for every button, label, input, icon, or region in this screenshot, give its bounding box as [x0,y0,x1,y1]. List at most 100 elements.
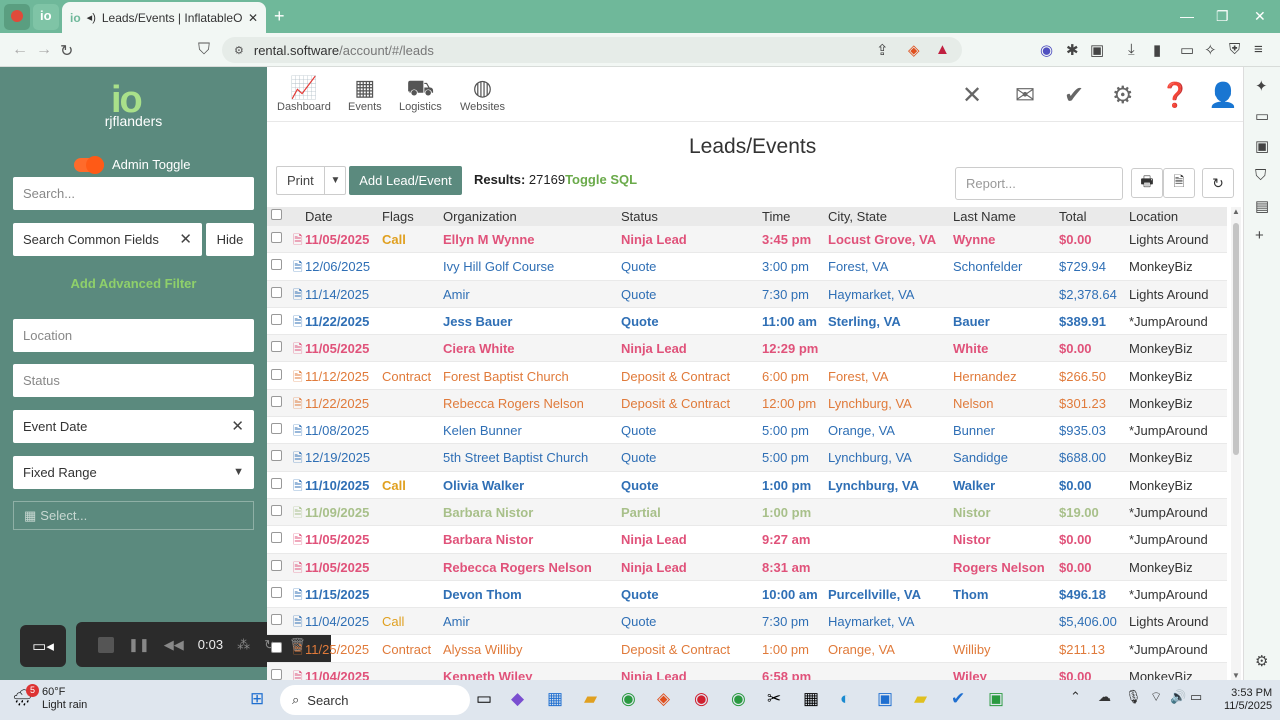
row-checkbox[interactable] [271,232,282,243]
row-checkbox[interactable] [271,423,282,435]
document-icon[interactable]: 🗎 [293,504,303,525]
battery-icon[interactable]: ▭ [1190,689,1202,705]
back-icon[interactable]: ← [12,41,28,59]
cell-org[interactable]: Ciera White [443,341,515,356]
camera-button[interactable]: ▭◂ [20,625,66,667]
minimize-icon[interactable]: — [1180,8,1194,24]
remote-icon[interactable]: ▣ [877,689,893,709]
cell-org[interactable]: Rebecca Rogers Nelson [443,560,592,575]
hide-button[interactable]: Hide [206,223,254,256]
col-time[interactable]: Time [762,209,790,224]
table-row[interactable]: 🗎 11/15/2025 Devon Thom Quote 10:00 am Purcel… [267,581,1227,609]
table-row[interactable]: 🗎 11/12/2025 Contract Forest Baptist Church… [267,363,1227,390]
brave-rewards-icon[interactable]: ▲ [935,41,950,58]
edge-icon[interactable]: ◐ [840,689,850,709]
range-value-select[interactable]: ▦ Select... [13,501,254,530]
check-icon[interactable]: ✔ [1064,81,1084,110]
document-icon[interactable]: 🗎 [293,395,303,416]
clear-icon[interactable]: ✕ [179,230,192,248]
effects-icon[interactable]: ⁂ [237,637,250,653]
cell-date[interactable]: 11/05/2025 [305,532,369,547]
task-view-icon[interactable]: ▭ [476,689,492,709]
mail-icon[interactable]: ✉ [1015,81,1035,110]
chrome-profile-icon[interactable]: ◉ [731,689,746,709]
cell-date[interactable]: 12/06/2025 [305,259,370,274]
table-row[interactable]: 🗎 11/05/2025 Barbara Nistor Ninja Lead 9:27 … [267,526,1227,554]
col-date[interactable]: Date [305,209,332,224]
scroll-up-icon[interactable]: ▲ [1232,207,1240,216]
row-checkbox[interactable] [271,313,282,325]
range-select[interactable]: Fixed Range ▼ [13,456,254,489]
onedrive-icon[interactable]: ☁ [1098,689,1111,705]
row-checkbox[interactable] [271,532,282,544]
system-clock[interactable]: 3:53 PM 11/5/2025 [1224,687,1272,713]
cell-org[interactable]: Amir [443,287,470,302]
user-icon[interactable]: 👤 [1208,81,1238,110]
cell-date[interactable]: 11/25/2025 [305,642,369,657]
cell-date[interactable]: 11/08/2025 [305,423,369,438]
forward-icon[interactable]: → [36,41,52,59]
settings-icon[interactable]: ⚙ [1255,652,1268,670]
browser-menu-button[interactable] [4,4,30,30]
document-icon[interactable]: 🗎 [293,449,303,470]
add-panel-icon[interactable]: + [1255,227,1264,244]
brave-icon[interactable]: ◈ [657,689,670,709]
report-select[interactable]: Report... [955,167,1123,200]
help-icon[interactable]: ❓ [1160,81,1190,110]
cell-date[interactable]: 11/05/2025 [305,232,369,247]
vpn-icon[interactable]: ⛨ [1229,41,1240,58]
row-checkbox[interactable] [271,614,282,626]
cell-date[interactable]: 11/10/2025 [305,478,369,493]
row-checkbox[interactable] [271,559,282,571]
wifi-icon[interactable]: ⌔ [1150,689,1162,705]
document-icon[interactable]: 🗎 [293,258,303,279]
cell-org[interactable]: Ivy Hill Golf Course [443,259,554,274]
document-icon[interactable]: 🗎 [293,422,303,443]
document-icon[interactable]: 🗎 [293,559,303,580]
leo-ai-icon[interactable]: ✦ [1255,77,1268,95]
table-scrollbar[interactable]: ▲ ▼ [1231,207,1241,680]
row-checkbox[interactable] [271,586,282,598]
cell-date[interactable]: 11/14/2025 [305,287,369,302]
pause-icon[interactable]: ❚❚ [128,637,150,653]
tools-icon[interactable]: ✕ [962,81,982,110]
workspace-button[interactable]: io [33,4,59,30]
cell-org[interactable]: Kelen Bunner [443,423,522,438]
calculator-icon[interactable]: ▦ [803,689,819,709]
cell-date[interactable]: 12/19/2025 [305,450,370,465]
table-row[interactable]: 🗎 11/22/2025 Rebecca Rogers Nelson Deposit … [267,389,1227,418]
close-tab-icon[interactable]: ✕ [248,11,258,25]
common-fields-input[interactable]: Search Common Fields ✕ [13,223,202,256]
extension-badge-icon[interactable]: ◉ [1040,41,1053,59]
col-total[interactable]: Total [1059,209,1086,224]
row-checkbox[interactable] [271,395,282,407]
toggle-sql-link[interactable]: Toggle SQL [565,172,637,187]
extensions-icon[interactable]: ✱ [1066,41,1079,59]
bookmark-icon[interactable]: ⛉ [198,41,210,59]
row-checkbox[interactable] [271,477,282,489]
cell-date[interactable]: 11/04/2025 [305,614,369,629]
search-input[interactable]: Search... [13,177,254,210]
mic-icon[interactable]: 🎙 [1125,689,1142,705]
export-button[interactable]: 🗎 [1163,168,1195,198]
col-last-name[interactable]: Last Name [953,209,1016,224]
chevron-down-icon[interactable]: ▼ [324,167,346,194]
nav-events[interactable]: ▦ Events [348,75,382,113]
document-icon[interactable]: 🗎 [293,231,303,252]
cell-org[interactable]: Alyssa Williby [443,642,522,657]
cell-org[interactable]: Barbara Nistor [443,532,533,547]
event-date-input[interactable]: Event Date ✕ [13,410,254,443]
clear-icon[interactable]: ✕ [231,417,244,435]
wallet-icon[interactable]: ▭ [1180,41,1194,59]
stop-icon[interactable] [98,636,114,653]
taskbar-search[interactable]: ⌕ Search [280,685,470,715]
store-icon[interactable]: ▦ [547,689,563,709]
document-icon[interactable]: 🗎 [293,586,303,607]
row-checkbox[interactable] [271,259,282,271]
table-row[interactable]: 🗎 12/19/2025 5th Street Baptist Church Quot… [267,444,1227,472]
explorer-icon[interactable]: ▰ [584,689,597,709]
table-row[interactable]: 🗎 11/10/2025 Call Olivia Walker Quote 1:00 pm… [267,472,1227,499]
row-checkbox[interactable] [271,641,282,653]
cell-org[interactable]: Ellyn M Wynne [443,232,535,247]
scroll-thumb[interactable] [1233,223,1239,455]
